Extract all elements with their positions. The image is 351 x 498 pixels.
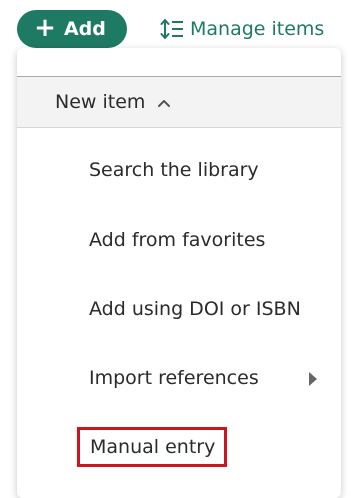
menu-item-import-references[interactable]: Import references: [89, 367, 259, 389]
new-item-section-toggle[interactable]: New item: [17, 76, 341, 128]
add-button-label: Add: [63, 18, 106, 40]
manual-entry-label: Manual entry: [90, 436, 216, 458]
menu-item-add-using-doi-isbn[interactable]: Add using DOI or ISBN: [89, 298, 301, 320]
new-item-label: New item: [55, 91, 146, 113]
menu-item-manual-entry[interactable]: Manual entry: [77, 427, 227, 467]
sort-list-icon: [160, 18, 184, 40]
menu-item-search-library[interactable]: Search the library: [89, 159, 259, 181]
plus-icon: +: [34, 13, 56, 43]
manage-items-button[interactable]: Manage items: [160, 14, 324, 44]
add-button[interactable]: + Add: [17, 10, 127, 48]
caret-right-icon: [309, 372, 317, 386]
menu-item-add-from-favorites[interactable]: Add from favorites: [89, 229, 265, 251]
add-dropdown-menu: New item Search the library Add from fav…: [17, 48, 341, 498]
chevron-up-icon: [157, 91, 171, 113]
manage-items-label: Manage items: [190, 18, 325, 40]
